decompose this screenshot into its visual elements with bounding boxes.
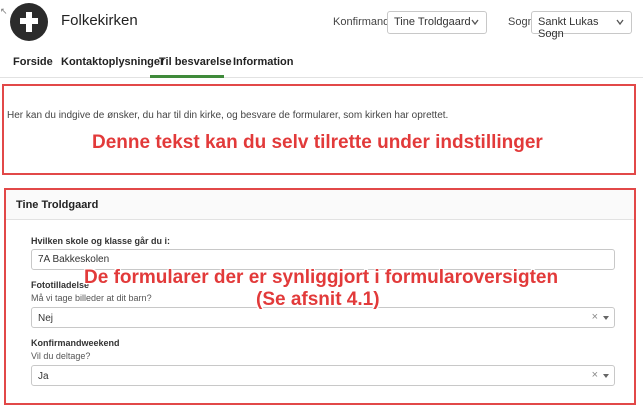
konfirmand-value: Tine Troldgaard xyxy=(394,16,471,28)
chevron-down-icon xyxy=(471,19,479,26)
chevron-down-icon xyxy=(616,19,624,26)
form-annotation-line2: (Se afsnit 4.1) xyxy=(256,289,380,310)
app-header: ↖ Folkekirken Konfirmand: Tine Troldgaar… xyxy=(0,0,643,46)
intro-annotation-box: Her kan du indgive de ønsker, du har til… xyxy=(2,84,636,175)
tab-forside[interactable]: Forside xyxy=(13,56,53,68)
form-annotation-line1: De formularer der er synliggjort i formu… xyxy=(84,267,559,288)
main-nav: Forside Kontaktoplysninger Til besvarels… xyxy=(0,46,643,78)
konfirmand-select[interactable]: Tine Troldgaard xyxy=(387,11,487,34)
tab-kontaktoplysninger[interactable]: Kontaktoplysninger xyxy=(61,56,164,68)
church-logo-icon[interactable] xyxy=(10,3,48,41)
tab-information[interactable]: Information xyxy=(233,56,294,68)
sogn-select[interactable]: Sankt Lukas Sogn xyxy=(531,11,632,40)
tab-til-besvarelse[interactable]: Til besvarelse xyxy=(159,56,232,68)
active-tab-indicator xyxy=(150,75,224,78)
app-title: Folkekirken xyxy=(61,12,138,29)
intro-annotation: Denne tekst kan du selv tilrette under i… xyxy=(92,132,543,153)
sogn-value: Sankt Lukas Sogn xyxy=(538,16,599,40)
intro-text: Her kan du indgive de ønsker, du har til… xyxy=(7,110,449,121)
corner-icon: ↖ xyxy=(0,6,8,16)
konfirmand-label: Konfirmand: xyxy=(333,16,393,28)
